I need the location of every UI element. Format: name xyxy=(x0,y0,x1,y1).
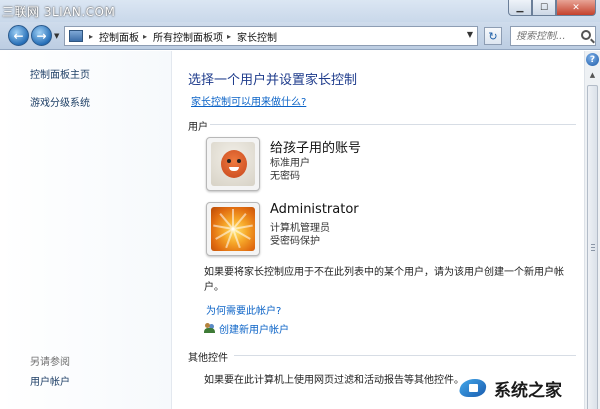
maximize-icon: ☐ xyxy=(539,2,549,13)
users-section-heading: 用户 xyxy=(188,122,208,133)
help-icon[interactable]: ? xyxy=(586,53,599,66)
brand-watermark: 系统之家 xyxy=(458,372,598,404)
page-title: 选择一个用户并设置家长控制 xyxy=(188,73,358,88)
back-button[interactable]: ← xyxy=(8,25,29,46)
breadcrumb-parental-controls[interactable]: 家长控制 xyxy=(237,29,277,44)
sidebar: 控制面板主页 游戏分级系统 另请参阅 用户帐户 xyxy=(0,51,172,409)
create-user-account-link[interactable]: 创建新用户帐户 xyxy=(204,321,289,336)
search-box[interactable] xyxy=(510,26,596,46)
window-controls: ▁ ☐ ✕ xyxy=(508,0,596,16)
forward-button[interactable]: → xyxy=(31,25,52,46)
section-divider xyxy=(210,124,576,125)
search-icon[interactable] xyxy=(581,30,591,40)
recent-pages-dropdown[interactable]: ▼ xyxy=(54,32,59,40)
refresh-button[interactable]: ↻ xyxy=(484,27,502,45)
breadcrumb-all-items[interactable]: 所有控制面板项 xyxy=(153,29,223,44)
create-account-info: 如果要将家长控制应用于不在此列表中的某个用户，请为该用户创建一个新用户帐户。 xyxy=(204,267,564,293)
see-also-heading: 另请参阅 xyxy=(30,357,70,368)
sidebar-link-game-ratings[interactable]: 游戏分级系统 xyxy=(30,94,90,109)
close-button[interactable]: ✕ xyxy=(556,0,596,16)
brand-text: 系统之家 xyxy=(494,380,562,401)
breadcrumb-separator[interactable]: ▸ xyxy=(143,32,147,41)
address-toolbar: ← → ▼ ▸ 控制面板 ▸ 所有控制面板项 ▸ 家长控制 ▼ ↻ xyxy=(0,22,600,50)
create-user-account-label: 创建新用户帐户 xyxy=(219,325,289,336)
sidebar-link-user-accounts[interactable]: 用户帐户 xyxy=(30,373,70,388)
users-icon xyxy=(204,323,216,334)
site-watermark: 三联网 3LIAN.COM xyxy=(2,5,116,19)
title-bar: 三联网 3LIAN.COM ▁ ☐ ✕ xyxy=(0,0,600,22)
arrow-left-icon: ← xyxy=(13,28,24,43)
sidebar-link-control-panel-home[interactable]: 控制面板主页 xyxy=(30,66,90,81)
parental-controls-help-link[interactable]: 家长控制可以用来做什么? xyxy=(191,93,306,108)
search-input[interactable] xyxy=(516,30,576,42)
kid-avatar xyxy=(206,137,260,191)
account-password-status: 无密码 xyxy=(270,171,300,182)
flower-avatar xyxy=(206,202,260,256)
address-bar[interactable]: ▸ 控制面板 ▸ 所有控制面板项 ▸ 家长控制 ▼ xyxy=(64,26,478,46)
why-need-account-link[interactable]: 为何需要此帐户? xyxy=(206,302,281,317)
account-item-administrator[interactable]: Administrator 计算机管理员 受密码保护 xyxy=(206,202,566,256)
refresh-icon: ↻ xyxy=(488,29,498,43)
account-password-status: 受密码保护 xyxy=(270,236,320,247)
account-item-child[interactable]: 给孩子用的账号 标准用户 无密码 xyxy=(206,137,566,191)
minimize-icon: ▁ xyxy=(516,2,524,13)
main-content: 选择一个用户并设置家长控制 家长控制可以用来做什么? 用户 给孩子用的账号 标准… xyxy=(172,51,584,409)
scroll-grip xyxy=(591,244,595,251)
other-controls-heading: 其他控件 xyxy=(188,353,228,364)
scroll-up-arrow[interactable]: ▲ xyxy=(586,71,599,83)
maximize-button[interactable]: ☐ xyxy=(532,0,556,16)
breadcrumb-separator[interactable]: ▸ xyxy=(89,32,93,41)
address-dropdown[interactable]: ▼ xyxy=(467,30,473,39)
breadcrumb-control-panel[interactable]: 控制面板 xyxy=(99,29,139,44)
account-name: Administrator xyxy=(270,202,359,217)
arrow-right-icon: → xyxy=(36,28,47,43)
section-divider xyxy=(234,355,576,356)
close-icon: ✕ xyxy=(572,2,580,13)
breadcrumb-separator[interactable]: ▸ xyxy=(227,32,231,41)
control-panel-icon xyxy=(69,30,83,42)
vertical-scrollbar[interactable]: ? ▲ xyxy=(584,51,600,409)
brand-logo-icon xyxy=(458,375,490,401)
scroll-thumb[interactable] xyxy=(587,85,598,409)
minimize-button[interactable]: ▁ xyxy=(508,0,532,16)
